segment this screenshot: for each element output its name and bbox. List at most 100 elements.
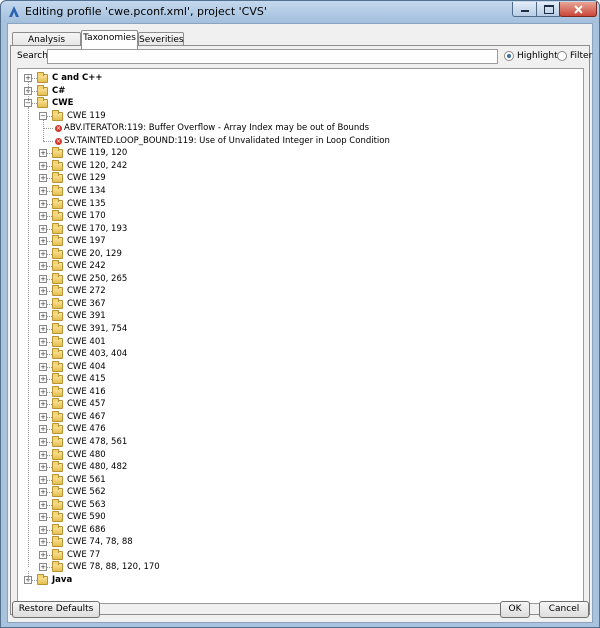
tree-node-label[interactable]: C and C++ bbox=[52, 72, 103, 84]
tree-node-label[interactable]: CWE 391, 754 bbox=[67, 323, 127, 335]
tree-node-label[interactable]: CWE 467 bbox=[67, 411, 106, 423]
expand-toggle[interactable]: + bbox=[39, 450, 47, 459]
expand-toggle[interactable]: + bbox=[39, 375, 47, 384]
cancel-button[interactable]: Cancel bbox=[539, 601, 589, 618]
expand-toggle[interactable]: + bbox=[39, 249, 47, 258]
tree-node-label[interactable]: CWE 562 bbox=[67, 486, 106, 498]
tree-node-label[interactable]: CWE 391 bbox=[67, 310, 106, 322]
tree-node-label[interactable]: CWE 134 bbox=[67, 185, 106, 197]
expand-toggle[interactable]: + bbox=[39, 337, 47, 346]
tree-node-label[interactable]: CWE 403, 404 bbox=[67, 348, 127, 360]
expand-toggle[interactable]: + bbox=[39, 362, 47, 371]
tree-node-label[interactable]: CWE 242 bbox=[67, 260, 106, 272]
expand-toggle[interactable]: + bbox=[39, 287, 47, 296]
close-button[interactable] bbox=[559, 2, 597, 17]
tree-node-label[interactable]: CWE 401 bbox=[67, 336, 106, 348]
expand-toggle[interactable]: + bbox=[39, 212, 47, 221]
tree-node-label[interactable]: CWE 170, 193 bbox=[67, 223, 127, 235]
collapse-toggle[interactable]: − bbox=[39, 111, 47, 120]
tree-node-label[interactable]: CWE 77 bbox=[67, 549, 100, 561]
expand-toggle[interactable]: + bbox=[39, 174, 47, 183]
minimize-button[interactable] bbox=[512, 2, 537, 17]
tree-node-label[interactable]: CWE 367 bbox=[67, 298, 106, 310]
tree-node-label[interactable]: CWE 170 bbox=[67, 210, 106, 222]
tree-node-label[interactable]: CWE 74, 78, 88 bbox=[67, 536, 133, 548]
tree-node-label[interactable]: CWE 686 bbox=[67, 524, 106, 536]
tree-node-label[interactable]: CWE bbox=[52, 97, 73, 109]
expand-toggle[interactable]: + bbox=[39, 513, 47, 522]
tree-node-label[interactable]: CWE 272 bbox=[67, 285, 106, 297]
tree-guide-line bbox=[28, 107, 29, 568]
expand-toggle[interactable]: + bbox=[39, 488, 47, 497]
search-input[interactable] bbox=[47, 49, 498, 64]
taxonomy-tree[interactable]: + C and C++ + C# − CWE − CWE 119 × ABV.ITERATOR:1… bbox=[17, 68, 584, 604]
folder-icon bbox=[37, 72, 48, 83]
tab-taxonomies[interactable]: Taxonomies bbox=[81, 30, 138, 49]
tree-node-label[interactable]: CWE 20, 129 bbox=[67, 248, 122, 260]
expand-toggle[interactable]: + bbox=[39, 262, 47, 271]
checker-label[interactable]: SV.TAINTED.LOOP_BOUND:119: Use of Unvali… bbox=[64, 135, 390, 147]
expand-toggle[interactable]: + bbox=[39, 274, 47, 283]
expand-toggle[interactable]: + bbox=[39, 563, 47, 572]
expand-toggle[interactable]: + bbox=[39, 350, 47, 359]
expand-toggle[interactable]: + bbox=[39, 425, 47, 434]
expand-toggle[interactable]: + bbox=[39, 186, 47, 195]
window-title: Editing profile 'cwe.pconf.xml', project… bbox=[25, 5, 267, 18]
tree-node-label[interactable]: CWE 590 bbox=[67, 511, 106, 523]
tree-node-label[interactable]: CWE 404 bbox=[67, 361, 106, 373]
maximize-button[interactable] bbox=[536, 2, 560, 17]
taxonomies-panel: Search: Highlight Filter + C and C++ + C# − C… bbox=[10, 45, 592, 615]
tree-node-label[interactable]: CWE 119, 120 bbox=[67, 147, 127, 159]
tree-node-label[interactable]: CWE 415 bbox=[67, 373, 106, 385]
expand-toggle[interactable]: + bbox=[39, 299, 47, 308]
tree-node-label[interactable]: CWE 476 bbox=[67, 423, 106, 435]
title-bar[interactable]: Editing profile 'cwe.pconf.xml', project… bbox=[1, 1, 599, 23]
tab-label: Taxonomies bbox=[83, 33, 136, 43]
expand-toggle[interactable]: + bbox=[39, 161, 47, 170]
tree-node-label[interactable]: Java bbox=[52, 574, 72, 586]
tree-node-label[interactable]: CWE 250, 265 bbox=[67, 273, 127, 285]
tree-node-label[interactable]: CWE 197 bbox=[67, 235, 106, 247]
ok-button[interactable]: OK bbox=[500, 601, 530, 618]
expand-toggle[interactable]: + bbox=[39, 224, 47, 233]
tree-node-label[interactable]: CWE 119 bbox=[67, 110, 106, 122]
expand-toggle[interactable]: + bbox=[39, 525, 47, 534]
expand-toggle[interactable]: + bbox=[39, 312, 47, 321]
tree-node-label[interactable]: CWE 416 bbox=[67, 386, 106, 398]
expand-toggle[interactable]: + bbox=[39, 437, 47, 446]
tree-node-label[interactable]: CWE 561 bbox=[67, 474, 106, 486]
expand-toggle[interactable]: + bbox=[39, 463, 47, 472]
tree-node-label[interactable]: CWE 457 bbox=[67, 398, 106, 410]
expand-toggle[interactable]: + bbox=[39, 325, 47, 333]
expand-toggle[interactable]: + bbox=[39, 500, 47, 509]
expand-toggle[interactable]: + bbox=[39, 538, 47, 547]
folder-icon bbox=[52, 398, 63, 410]
tree-node-label[interactable]: CWE 563 bbox=[67, 499, 106, 511]
tree-node-label[interactable]: CWE 480 bbox=[67, 449, 106, 461]
tree-node-label[interactable]: CWE 480, 482 bbox=[67, 461, 127, 473]
expand-toggle[interactable]: + bbox=[39, 412, 47, 421]
expand-toggle[interactable]: + bbox=[39, 400, 47, 409]
expand-toggle[interactable]: + bbox=[39, 199, 47, 208]
expand-toggle[interactable]: + bbox=[39, 387, 47, 396]
tree-node-label[interactable]: CWE 78, 88, 120, 170 bbox=[67, 561, 160, 573]
expand-toggle[interactable]: + bbox=[39, 237, 47, 246]
folder-icon bbox=[52, 423, 63, 435]
expand-toggle[interactable]: + bbox=[39, 550, 47, 559]
folder-icon bbox=[52, 561, 63, 573]
expand-toggle[interactable]: + bbox=[39, 475, 47, 484]
folder-icon bbox=[52, 310, 63, 322]
tree-node-label[interactable]: CWE 135 bbox=[67, 198, 106, 210]
folder-icon bbox=[52, 285, 63, 297]
tree-node-label[interactable]: CWE 120, 242 bbox=[67, 160, 127, 172]
highlight-radio[interactable] bbox=[504, 51, 514, 61]
expand-toggle[interactable]: + bbox=[39, 149, 47, 158]
restore-defaults-button[interactable]: Restore Defaults bbox=[12, 601, 100, 618]
tree-node-label[interactable]: CWE 129 bbox=[67, 172, 106, 184]
filter-radio[interactable] bbox=[557, 51, 567, 61]
tree-node-label[interactable]: C# bbox=[52, 85, 65, 97]
folder-icon bbox=[52, 260, 63, 272]
tree-node-label[interactable]: CWE 478, 561 bbox=[67, 436, 127, 448]
expand-toggle[interactable]: + bbox=[24, 74, 32, 82]
checker-label[interactable]: ABV.ITERATOR:119: Buffer Overflow - Arra… bbox=[64, 122, 369, 134]
